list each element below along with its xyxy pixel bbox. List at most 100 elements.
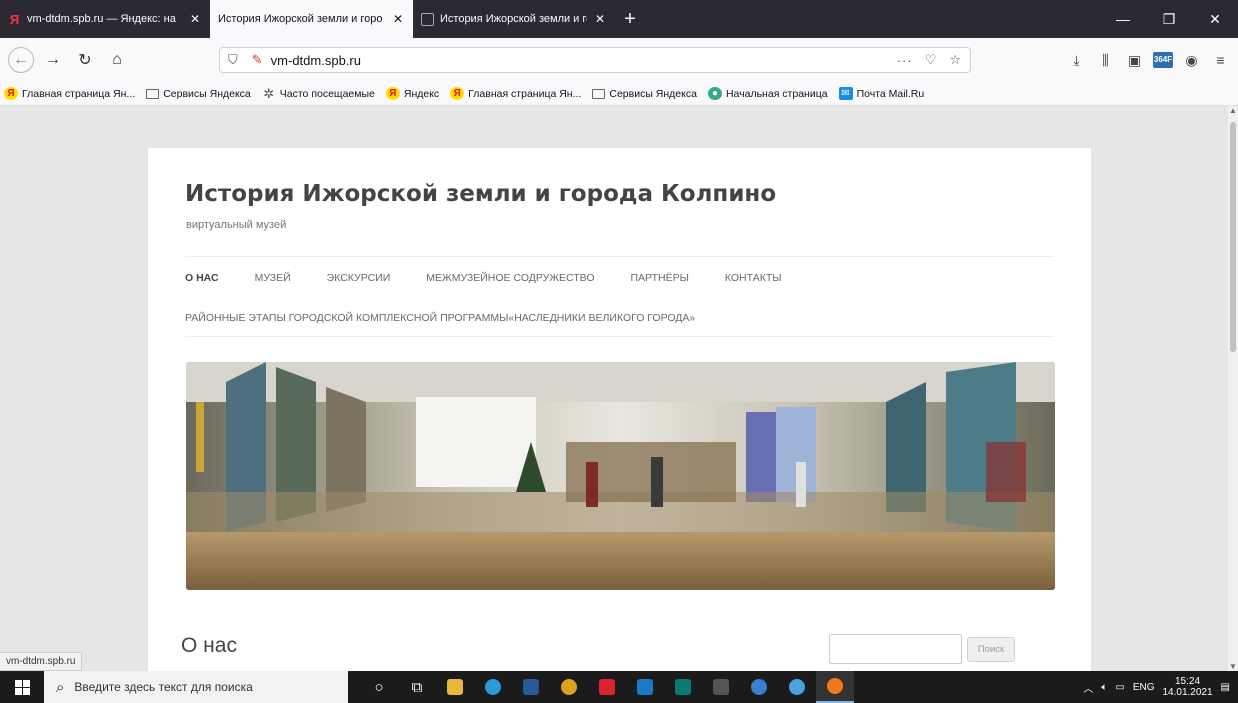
bookmark-item[interactable]: ✉ Почта Mail.Ru [838,87,924,100]
language-indicator[interactable]: ENG [1133,682,1155,693]
site-title[interactable]: История Ижорской земли и города Колпино [185,181,776,207]
yandex-icon: Я [4,87,18,100]
search-icon: ⌕ [56,678,65,696]
search-input[interactable] [829,634,962,664]
folder-icon [146,88,160,99]
menu-item-museum[interactable]: МУЗЕЙ [255,272,291,284]
firefox-icon[interactable] [816,671,854,703]
menu-item-contacts[interactable]: КОНТАКТЫ [725,272,782,284]
scroll-up-icon[interactable]: ▲ [1229,106,1237,115]
museum-panorama-image [186,362,1055,590]
home-icon[interactable]: ⌂ [104,47,130,73]
start-button[interactable] [0,671,44,703]
menu-item-partners[interactable]: ПАРТНЁРЫ [631,272,689,284]
shield-icon[interactable]: ⛉ [228,52,238,68]
status-link-url: vm-dtdm.spb.ru [0,652,83,671]
window-controls: — ❐ ✕ [1100,0,1238,38]
site-security-icon[interactable]: ✎ [252,52,263,68]
menu-item-district-stages[interactable]: РАЙОННЫЕ ЭТАПЫ ГОРОДСКОЙ КОМПЛЕКСНОЙ ПРО… [185,312,695,324]
clock[interactable]: 15:24 14.01.2021 [1162,676,1212,698]
menu-item-excursions[interactable]: ЭКСКУРСИИ [327,272,391,284]
tab-title: История Ижорской земли и горо [440,13,587,25]
yandex-icon: Я [450,87,465,100]
close-tab-icon[interactable]: ✕ [188,12,202,26]
bookmark-item[interactable]: Я Яндекс [385,87,439,100]
pocket-icon[interactable]: ♡ [925,52,938,68]
taskbar-search[interactable]: ⌕ Введите здесь текст для поиска [44,671,348,703]
gear-icon: ✲ [263,85,275,101]
scroll-down-icon[interactable]: ▼ [1229,662,1237,671]
chrome-icon[interactable] [550,671,588,703]
task-view-icon[interactable]: ⧉ [398,671,436,703]
reload-icon[interactable]: ↻ [72,47,98,73]
edge-icon[interactable] [474,671,512,703]
menu-icon[interactable]: ≡ [1206,52,1235,68]
bookmark-item[interactable]: ● Начальная страница [707,87,828,100]
menu-item-about[interactable]: О НАС [185,272,219,284]
page-icon [421,12,434,26]
tab-strip: Я vm-dtdm.spb.ru — Яндекс: на ✕ История … [0,0,1238,38]
toolbar-right: ⤓ ⫼ ▣ 364F ◉ ≡ [1062,46,1235,74]
mail-app-icon[interactable] [626,671,664,703]
network-icon[interactable]: ▭ [1115,682,1124,693]
windows-logo-icon [14,679,30,695]
forward-icon[interactable]: → [40,47,66,73]
address-bar[interactable]: ⛉ ✎ vm-dtdm.spb.ru ··· ♡ ☆ [219,47,971,73]
url-text[interactable]: vm-dtdm.spb.ru [271,53,885,68]
phone-icon[interactable] [778,671,816,703]
divider [185,256,1053,257]
calculator-icon[interactable] [702,671,740,703]
clock-date: 14.01.2021 [1162,687,1213,698]
messenger-icon[interactable] [740,671,778,703]
word-icon[interactable] [512,671,550,703]
page-viewport[interactable]: История Ижорской земли и города Колпино … [0,106,1238,671]
notifications-icon[interactable]: ▤ [1221,682,1230,693]
menu-item-intermuseum[interactable]: МЕЖМУЗЕЙНОЕ СОДРУЖЕСТВО [426,272,594,284]
close-tab-icon[interactable]: ✕ [593,12,607,26]
windows-taskbar: ⌕ Введите здесь текст для поиска ○ ⧉ ︿ 🔈… [0,671,1238,703]
site-page: История Ижорской земли и города Колпино … [148,148,1091,671]
globe-icon: ● [707,87,722,100]
tab-active-museum[interactable]: История Ижорской земли и горо ✕ [210,0,413,38]
main-menu: О НАС МУЗЕЙ ЭКСКУРСИИ МЕЖМУЗЕЙНОЕ СОДРУЖ… [185,272,818,284]
back-icon[interactable]: ← [8,47,34,73]
tab-museum[interactable]: История Ижорской земли и горо ✕ [413,0,615,38]
folder-icon [592,88,606,99]
bookmark-item[interactable]: Я Главная страница Ян... [450,87,581,100]
taskbar-search-placeholder: Введите здесь текст для поиска [74,680,253,694]
yandex-icon: Я [385,87,400,100]
sidebar-icon[interactable]: ▣ [1120,52,1149,69]
search-button[interactable]: Поиск [967,637,1015,662]
tray-chevron-icon[interactable]: ︿ [1083,680,1093,695]
page-actions-icon[interactable]: ··· [897,53,913,68]
scrollbar-thumb[interactable] [1230,122,1236,352]
minimize-icon[interactable]: — [1100,0,1146,38]
tab-yandex-search[interactable]: Я vm-dtdm.spb.ru — Яндекс: на ✕ [0,0,210,38]
yandex-icon: Я [9,11,20,27]
download-icon[interactable]: ⤓ [1062,52,1091,69]
account-icon[interactable]: ◉ [1177,52,1206,69]
file-explorer-icon[interactable] [436,671,474,703]
bookmarks-bar: Я Главная страница Ян... Сервисы Яндекса … [0,82,1238,106]
tab-title: История Ижорской земли и горо [218,13,383,25]
bookmark-item[interactable]: Я Главная страница Ян... [4,87,135,100]
new-tab-button[interactable]: + [615,0,645,38]
site-description: виртуальный музей [186,219,287,231]
volume-icon[interactable]: 🔈︎ [1101,682,1107,693]
maximize-icon[interactable]: ❐ [1146,0,1192,38]
bookmark-item[interactable]: Сервисы Яндекса [146,88,251,100]
system-tray: ︿ 🔈︎ ▭ ENG 15:24 14.01.2021 ▤ [1083,671,1238,703]
close-tab-icon[interactable]: ✕ [391,12,405,26]
bookmark-star-icon[interactable]: ☆ [949,52,962,68]
page-scrollbar[interactable]: ▲ ▼ [1228,106,1238,671]
mail-icon: ✉ [838,87,853,100]
page-heading: О нас [181,634,237,657]
app-icon[interactable] [588,671,626,703]
cortana-icon[interactable]: ○ [360,671,398,703]
publisher-icon[interactable] [664,671,702,703]
bookmark-item[interactable]: Сервисы Яндекса [592,88,697,100]
library-icon[interactable]: ⫼ [1091,52,1120,69]
extension-icon[interactable]: 364F [1153,52,1173,68]
close-window-icon[interactable]: ✕ [1192,0,1238,38]
bookmark-item[interactable]: ✲ Часто посещаемые [262,85,375,101]
